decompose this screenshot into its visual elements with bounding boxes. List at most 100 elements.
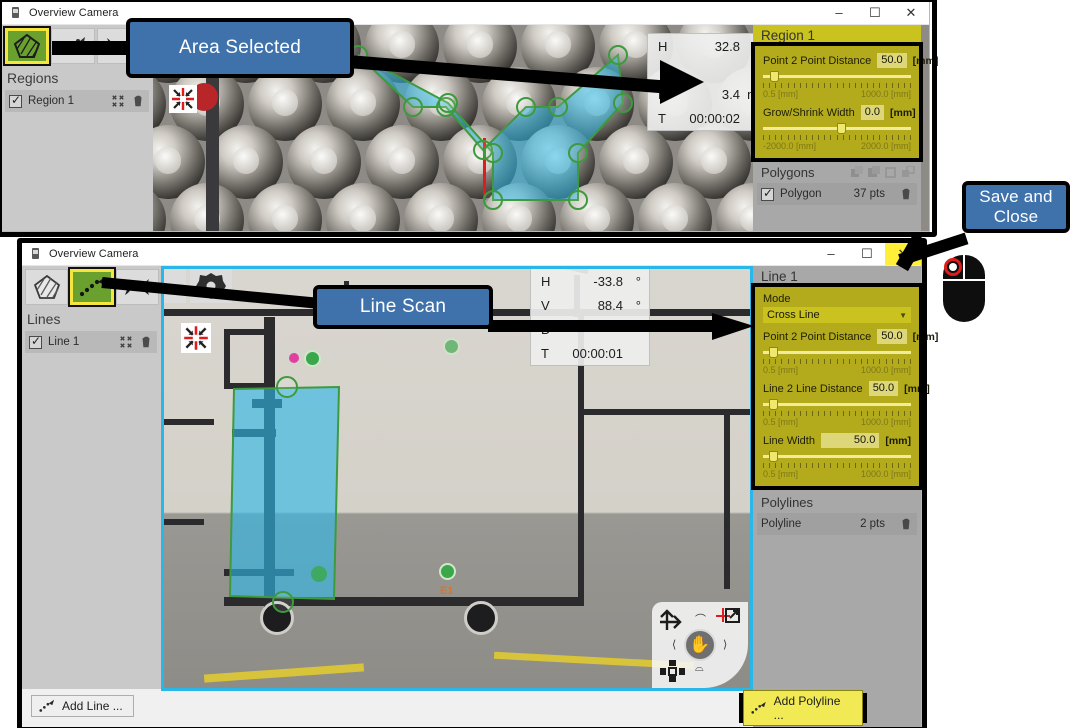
pan-down-icon[interactable]: ⌓ xyxy=(695,662,704,675)
polygon-handle[interactable] xyxy=(568,190,588,210)
polygon-handle[interactable] xyxy=(516,97,536,117)
expand-icon[interactable] xyxy=(660,660,686,682)
add-polyline-button[interactable]: Add Polyline ... xyxy=(743,690,863,726)
polygon-tool[interactable] xyxy=(25,269,69,305)
fit-icon[interactable] xyxy=(119,335,133,349)
readout-value: 88.4 xyxy=(597,297,623,313)
group-icon[interactable] xyxy=(851,166,864,179)
line2line-field: Line 2 Line Distance 50.0 [mm] 0.5 [mm] xyxy=(763,381,930,427)
line-scan-label: Line Scan xyxy=(359,296,447,317)
growshrink-slider[interactable] xyxy=(763,123,911,134)
slider-max: 1000.0 [mm] xyxy=(860,469,911,479)
readout-value: 00:00:01 xyxy=(572,345,623,361)
maximize-button[interactable]: ☐ xyxy=(857,1,893,24)
readout-value: -33.8 xyxy=(593,273,623,289)
scan-point-marker[interactable] xyxy=(439,563,456,580)
polyline-list-item[interactable]: Polyline 2 pts xyxy=(757,513,917,535)
linewidth-slider[interactable] xyxy=(763,451,911,462)
line-properties-title: Line 1 xyxy=(761,269,798,284)
polygon-label: Polygon xyxy=(780,188,822,200)
add-line-button[interactable]: Add Line ... xyxy=(31,695,134,717)
polygon-handle[interactable] xyxy=(438,93,458,113)
camera-icon xyxy=(9,6,23,20)
readout-row-v: V 88.4 ° xyxy=(531,293,649,317)
polygon-checkbox[interactable] xyxy=(761,186,774,201)
polygon-handle[interactable] xyxy=(548,97,568,117)
merge-icon[interactable] xyxy=(868,166,881,179)
polygon-icon xyxy=(13,33,41,58)
scan-point-marker[interactable] xyxy=(443,338,460,355)
point2point-slider[interactable] xyxy=(763,71,911,82)
maximize-button[interactable]: ☐ xyxy=(849,242,885,265)
move-arrows-icon[interactable] xyxy=(658,608,684,632)
growshrink-field: Grow/Shrink Width 0.0 [mm] -2000.0 [mm] xyxy=(763,105,916,151)
scan-point-marker[interactable] xyxy=(311,566,327,582)
line2line-slider[interactable] xyxy=(763,399,911,410)
field-value[interactable]: 50.0 xyxy=(820,433,880,448)
intersect-icon[interactable] xyxy=(902,166,915,179)
center-target-icon[interactable] xyxy=(714,607,742,633)
lower-properties-panel: Line 1 Mode Cross Line ▼ Point 2 Point D… xyxy=(751,266,938,727)
readout-row-t: T 00:00:01 xyxy=(531,341,649,365)
upper-window-title: Overview Camera xyxy=(29,6,119,19)
polygon-handle[interactable] xyxy=(403,97,423,117)
line-list-item[interactable]: Line 1 xyxy=(25,331,157,353)
subtract-icon[interactable] xyxy=(885,166,898,179)
field-label: Line Width xyxy=(763,434,815,447)
minimize-button[interactable]: – xyxy=(821,1,857,24)
lower-window-title: Overview Camera xyxy=(49,247,139,260)
point2point-slider[interactable] xyxy=(763,347,911,358)
field-value[interactable]: 50.0 xyxy=(877,53,907,68)
field-value[interactable]: 50.0 xyxy=(868,381,899,396)
point2point-field: Point 2 Point Distance 50.0 [mm] 0.5 [mm… xyxy=(763,329,938,375)
readout-value: 32.8 xyxy=(714,38,740,54)
area-selected-label: Area Selected xyxy=(179,37,301,58)
polygon-handle[interactable] xyxy=(608,45,628,65)
field-unit: [mm] xyxy=(904,382,930,395)
readout-key: V xyxy=(541,297,550,313)
field-value[interactable]: 50.0 xyxy=(877,329,907,344)
field-unit: [mm] xyxy=(890,106,916,119)
trash-icon[interactable] xyxy=(899,187,913,201)
field-label: Line 2 Line Distance xyxy=(763,382,863,395)
field-value[interactable]: 0.0 xyxy=(860,105,884,120)
polygon-handle[interactable] xyxy=(483,143,503,163)
chevron-down-icon: ▼ xyxy=(899,310,907,320)
polygons-actions[interactable] xyxy=(851,166,915,179)
line-handle[interactable] xyxy=(272,591,294,613)
pan-up-icon[interactable]: ⌒ xyxy=(695,611,706,627)
mode-select[interactable]: Cross Line ▼ xyxy=(763,307,911,323)
mode-value: Cross Line xyxy=(767,309,820,321)
fit-icon[interactable] xyxy=(111,94,125,108)
upper-window-buttons: – ☐ ✕ xyxy=(821,1,929,24)
point2point-field: Point 2 Point Distance 50.0 [mm] 0.5 [mm… xyxy=(763,53,938,99)
navigation-widget[interactable]: ✋ ⌒ ⌓ ⟨ ⟩ xyxy=(652,602,748,688)
polygon-list-item[interactable]: Polygon 37 pts xyxy=(757,183,917,205)
line-scan-arrowhead xyxy=(712,313,754,340)
polygon-handle[interactable] xyxy=(483,190,503,210)
pan-left-icon[interactable]: ⟨ xyxy=(672,638,676,651)
save-and-close-line1: Save and xyxy=(979,187,1053,207)
add-polyline-button-wrap: Add Polyline ... xyxy=(739,690,867,726)
trash-icon[interactable] xyxy=(899,517,913,531)
readout-key: H xyxy=(658,38,668,54)
scan-point-marker-pink[interactable] xyxy=(289,353,299,363)
slider-max: 1000.0 [mm] xyxy=(860,417,911,427)
region-checkbox[interactable] xyxy=(9,93,22,108)
scan-point-marker[interactable] xyxy=(304,350,321,367)
polygon-tool[interactable] xyxy=(3,26,51,66)
line-label: Line 1 xyxy=(48,336,80,348)
region-list-item[interactable]: Region 1 xyxy=(5,90,149,112)
polygon-handle[interactable] xyxy=(568,143,588,163)
line-checkbox[interactable] xyxy=(29,334,42,349)
line-handle[interactable] xyxy=(276,376,298,398)
readout-unit: ° xyxy=(635,273,641,289)
hand-icon[interactable]: ✋ xyxy=(684,629,716,661)
slider-max: 1000.0 [mm] xyxy=(860,89,911,99)
trash-icon[interactable] xyxy=(139,335,153,349)
close-button[interactable]: ✕ xyxy=(893,1,929,24)
pan-right-icon[interactable]: ⟩ xyxy=(723,638,727,651)
minimize-button[interactable]: – xyxy=(813,242,849,265)
trash-icon[interactable] xyxy=(131,94,145,108)
polygon-handle[interactable] xyxy=(613,93,633,113)
